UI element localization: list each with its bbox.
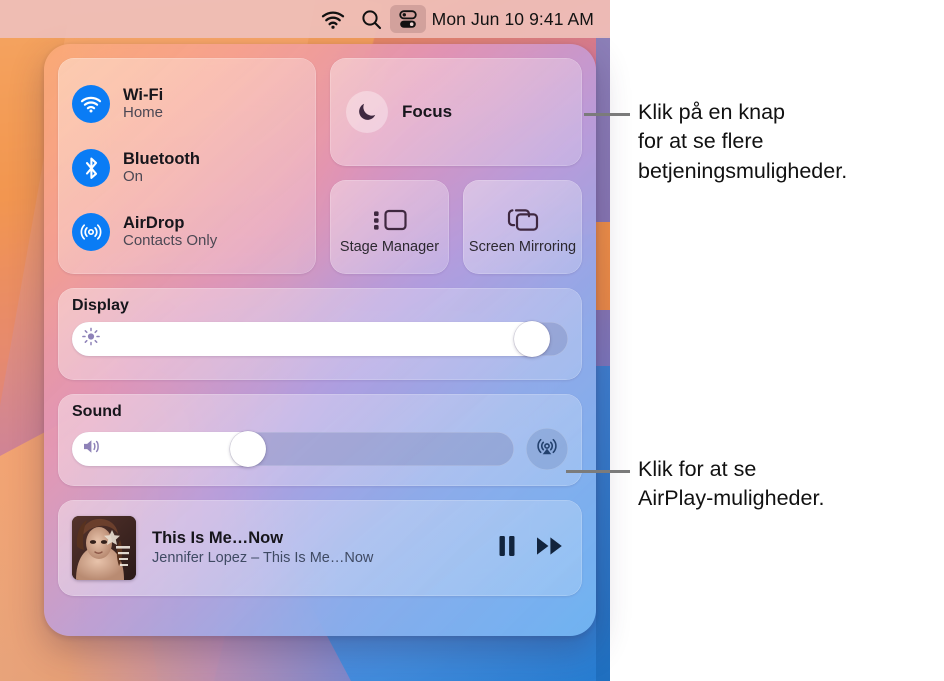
brightness-icon (82, 327, 100, 351)
sound-slider[interactable] (72, 431, 514, 467)
callout-leader-line-1 (584, 113, 630, 116)
speaker-icon (82, 438, 104, 461)
control-center-right-column: Focus Stage Manager Screen Mirroring (330, 58, 582, 274)
wallpaper-edge-purple-mid (596, 310, 610, 368)
screen-mirroring-tile[interactable]: Screen Mirroring (463, 180, 582, 274)
screen-mirroring-label: Screen Mirroring (468, 238, 577, 255)
album-artwork (72, 516, 136, 580)
screen-mirroring-icon (507, 203, 539, 237)
menu-bar-clock: Mon Jun 10 9:41 AM (431, 8, 594, 29)
airdrop-icon (72, 213, 110, 251)
wifi-icon[interactable] (313, 5, 353, 33)
connectivity-tile: Wi-Fi Home Bluetooth On AirDrop Contacts… (58, 58, 316, 274)
wallpaper-edge-blue (596, 366, 610, 681)
display-tile: Display (58, 288, 582, 380)
control-center-icon[interactable] (389, 5, 426, 33)
bluetooth-row[interactable]: Bluetooth On (58, 136, 316, 200)
bluetooth-status: On (123, 168, 144, 186)
fast-forward-icon[interactable] (536, 535, 564, 562)
moon-icon (346, 91, 388, 133)
sound-tile: Sound (58, 394, 582, 486)
callout-leader-line-2 (566, 470, 630, 473)
stage-manager-icon (372, 203, 408, 237)
wifi-text: Wi-Fi Home (123, 86, 163, 122)
airplay-audio-button[interactable] (526, 428, 568, 470)
sound-label: Sound (72, 403, 122, 420)
airdrop-title: AirDrop (123, 213, 185, 232)
display-slider-row (72, 321, 568, 357)
wallpaper-edge-purple-top (596, 36, 610, 224)
now-playing-subtitle: Jennifer Lopez – This Is Me…Now (152, 550, 374, 567)
display-slider[interactable] (72, 321, 568, 357)
bluetooth-title: Bluetooth (123, 149, 200, 168)
display-label: Display (72, 297, 129, 314)
airdrop-status: Contacts Only (123, 232, 218, 250)
wifi-icon (72, 85, 110, 123)
bluetooth-icon (72, 149, 110, 187)
wifi-title: Wi-Fi (123, 85, 164, 104)
now-playing-controls (486, 535, 564, 562)
airdrop-row[interactable]: AirDrop Contacts Only (58, 200, 316, 264)
control-center-panel: Wi-Fi Home Bluetooth On AirDrop Contacts… (44, 44, 596, 636)
pause-icon[interactable] (498, 535, 516, 562)
callout-text-airplay: Klik for at se AirPlay-muligheder. (638, 457, 825, 511)
sound-slider-row (72, 428, 568, 470)
display-slider-knob[interactable] (513, 321, 550, 357)
stage-manager-label: Stage Manager (339, 238, 440, 255)
bluetooth-text: Bluetooth On (123, 150, 200, 186)
airplay-audio-icon (535, 435, 559, 464)
focus-label: Focus (402, 102, 453, 121)
focus-tile[interactable]: Focus (330, 58, 582, 166)
menu-bar: Mon Jun 10 9:41 AM (0, 0, 610, 38)
now-playing-meta: This Is Me…Now Jennifer Lopez – This Is … (152, 529, 486, 568)
wifi-row[interactable]: Wi-Fi Home (58, 72, 316, 136)
now-playing-tile: This Is Me…Now Jennifer Lopez – This Is … (58, 500, 582, 596)
stage-manager-tile[interactable]: Stage Manager (330, 180, 449, 274)
sound-slider-knob[interactable] (230, 431, 267, 467)
airdrop-text: AirDrop Contacts Only (123, 214, 217, 250)
now-playing-title: This Is Me…Now (152, 528, 284, 547)
search-icon[interactable] (353, 5, 390, 33)
callout-text-buttons: Klik på en knap for at se flere betjenin… (638, 100, 848, 183)
display-slider-fill (72, 322, 544, 356)
wifi-status: Home (123, 104, 164, 122)
wallpaper-edge-orange (596, 222, 610, 312)
mini-tiles-row: Stage Manager Screen Mirroring (330, 180, 582, 274)
control-center-top-row: Wi-Fi Home Bluetooth On AirDrop Contacts… (58, 58, 582, 274)
